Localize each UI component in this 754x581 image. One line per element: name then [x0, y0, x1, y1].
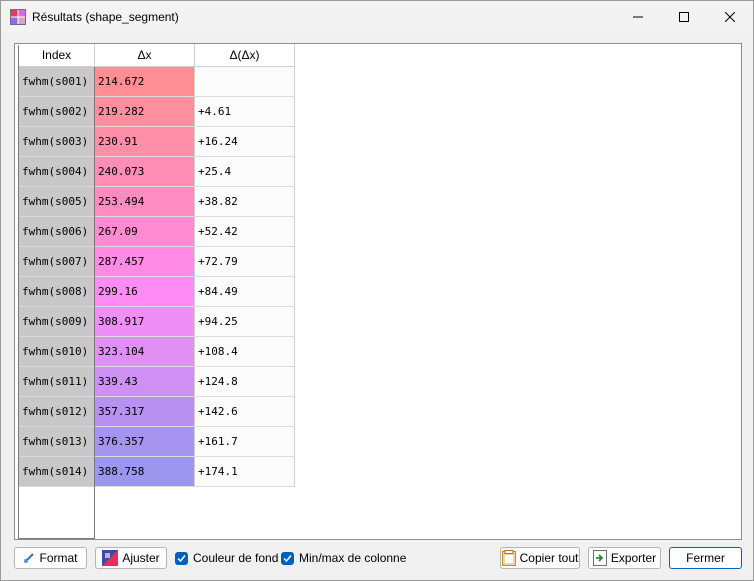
- table-row[interactable]: fwhm(s009) 308.917 +94.25: [15, 307, 295, 337]
- ddx-cell[interactable]: +124.8: [195, 367, 295, 397]
- table-row[interactable]: fwhm(s003) 230.91 +16.24: [15, 127, 295, 157]
- row-index-cell[interactable]: fwhm(s011): [19, 367, 94, 397]
- dx-cell[interactable]: 267.09: [95, 217, 195, 247]
- ddx-cell[interactable]: +52.42: [195, 217, 295, 247]
- table-app-icon: [10, 9, 26, 25]
- table-row[interactable]: fwhm(s011) 339.43 +124.8: [15, 367, 295, 397]
- checkbox-checked-icon: [175, 551, 188, 565]
- row-index-cell[interactable]: fwhm(s014): [19, 457, 94, 487]
- header-ddx[interactable]: Δ(Δx): [195, 44, 295, 67]
- format-label: Format: [39, 551, 78, 565]
- results-table[interactable]: Index Δx Δ(Δx) fwhm(s001) 214.672 fwhm(s00…: [14, 43, 742, 540]
- window-title: Résultats (shape_segment): [32, 10, 179, 24]
- copy-all-button[interactable]: Copier tout: [500, 547, 580, 569]
- dx-cell[interactable]: 388.758: [95, 457, 195, 487]
- dx-cell[interactable]: 253.494: [95, 187, 195, 217]
- ddx-cell[interactable]: +174.1: [195, 457, 295, 487]
- adjust-label: Ajuster: [122, 551, 160, 565]
- bg-color-label: Couleur de fond: [193, 551, 279, 565]
- table-row[interactable]: fwhm(s013) 376.357 +161.7: [15, 427, 295, 457]
- row-index-cell[interactable]: fwhm(s013): [19, 427, 94, 457]
- ddx-cell[interactable]: [195, 67, 295, 97]
- dx-cell[interactable]: 287.457: [95, 247, 195, 277]
- row-index-cell[interactable]: fwhm(s012): [19, 397, 94, 427]
- table-row[interactable]: fwhm(s005) 253.494 +38.82: [15, 187, 295, 217]
- table-row[interactable]: fwhm(s001) 214.672: [15, 67, 295, 97]
- header-index[interactable]: Index: [19, 44, 95, 67]
- dx-cell[interactable]: 323.104: [95, 337, 195, 367]
- dx-cell[interactable]: 214.672: [95, 67, 195, 97]
- dx-cell[interactable]: 339.43: [95, 367, 195, 397]
- results-window: Résultats (shape_segment) Index Δx Δ(Δx)…: [0, 0, 754, 581]
- row-index-cell[interactable]: fwhm(s009): [19, 307, 94, 337]
- minimize-button[interactable]: [615, 1, 661, 32]
- ddx-cell[interactable]: +108.4: [195, 337, 295, 367]
- format-icon: [24, 553, 35, 563]
- dx-cell[interactable]: 308.917: [95, 307, 195, 337]
- ddx-cell[interactable]: +142.6: [195, 397, 295, 427]
- dx-cell[interactable]: 299.16: [95, 277, 195, 307]
- row-index-cell[interactable]: fwhm(s006): [19, 217, 94, 247]
- close-button[interactable]: Fermer: [669, 547, 742, 569]
- minmax-checkbox[interactable]: Min/max de colonne: [281, 550, 406, 566]
- close-label: Fermer: [686, 551, 725, 565]
- table-row[interactable]: fwhm(s014) 388.758 +174.1: [15, 457, 295, 487]
- title-bar[interactable]: Résultats (shape_segment): [1, 1, 753, 32]
- copy-all-label: Copier tout: [519, 551, 579, 565]
- maximize-button[interactable]: [661, 1, 707, 32]
- dx-cell[interactable]: 230.91: [95, 127, 195, 157]
- table-header: Index Δx Δ(Δx): [15, 44, 295, 67]
- format-button[interactable]: Format: [14, 547, 87, 569]
- ddx-cell[interactable]: +38.82: [195, 187, 295, 217]
- bg-color-checkbox[interactable]: Couleur de fond: [175, 550, 278, 566]
- header-dx[interactable]: Δx: [95, 44, 195, 67]
- minmax-label: Min/max de colonne: [299, 551, 407, 565]
- table-row[interactable]: fwhm(s007) 287.457 +72.79: [15, 247, 295, 277]
- minimize-icon: [633, 16, 643, 17]
- ddx-cell[interactable]: +72.79: [195, 247, 295, 277]
- row-index-cell[interactable]: fwhm(s005): [19, 187, 94, 217]
- dx-cell[interactable]: 376.357: [95, 427, 195, 457]
- table-row[interactable]: fwhm(s002) 219.282 +4.61: [15, 97, 295, 127]
- ddx-cell[interactable]: +161.7: [195, 427, 295, 457]
- dx-cell[interactable]: 240.073: [95, 157, 195, 187]
- row-index-cell[interactable]: fwhm(s007): [19, 247, 94, 277]
- export-button[interactable]: Exporter: [588, 547, 661, 569]
- export-icon: [592, 550, 607, 566]
- row-index-cell[interactable]: fwhm(s010): [19, 337, 94, 367]
- table-row[interactable]: fwhm(s006) 267.09 +52.42: [15, 217, 295, 247]
- row-index-cell[interactable]: fwhm(s002): [19, 97, 94, 127]
- ddx-cell[interactable]: +84.49: [195, 277, 295, 307]
- adjust-icon: [102, 550, 119, 566]
- table-row[interactable]: fwhm(s012) 357.317 +142.6: [15, 397, 295, 427]
- dx-cell[interactable]: 357.317: [95, 397, 195, 427]
- table-row[interactable]: fwhm(s010) 323.104 +108.4: [15, 337, 295, 367]
- dx-cell[interactable]: 219.282: [95, 97, 195, 127]
- close-icon: [725, 11, 735, 22]
- clipboard-icon: [501, 550, 516, 566]
- maximize-icon: [679, 11, 689, 22]
- row-index-cell[interactable]: fwhm(s003): [19, 127, 94, 157]
- ddx-cell[interactable]: +94.25: [195, 307, 295, 337]
- row-index-cell[interactable]: fwhm(s004): [19, 157, 94, 187]
- ddx-cell[interactable]: +16.24: [195, 127, 295, 157]
- adjust-button[interactable]: Ajuster: [95, 547, 167, 569]
- close-window-button[interactable]: [707, 1, 753, 32]
- table-row[interactable]: fwhm(s004) 240.073 +25.4: [15, 157, 295, 187]
- checkbox-checked-icon: [281, 551, 294, 565]
- ddx-cell[interactable]: +25.4: [195, 157, 295, 187]
- ddx-cell[interactable]: +4.61: [195, 97, 295, 127]
- bottom-toolbar: Format Ajuster Couleur de fond Min/max d…: [1, 544, 753, 574]
- table-row[interactable]: fwhm(s008) 299.16 +84.49: [15, 277, 295, 307]
- row-index-cell[interactable]: fwhm(s008): [19, 277, 94, 307]
- row-index-cell[interactable]: fwhm(s001): [19, 67, 94, 97]
- export-label: Exporter: [610, 551, 657, 565]
